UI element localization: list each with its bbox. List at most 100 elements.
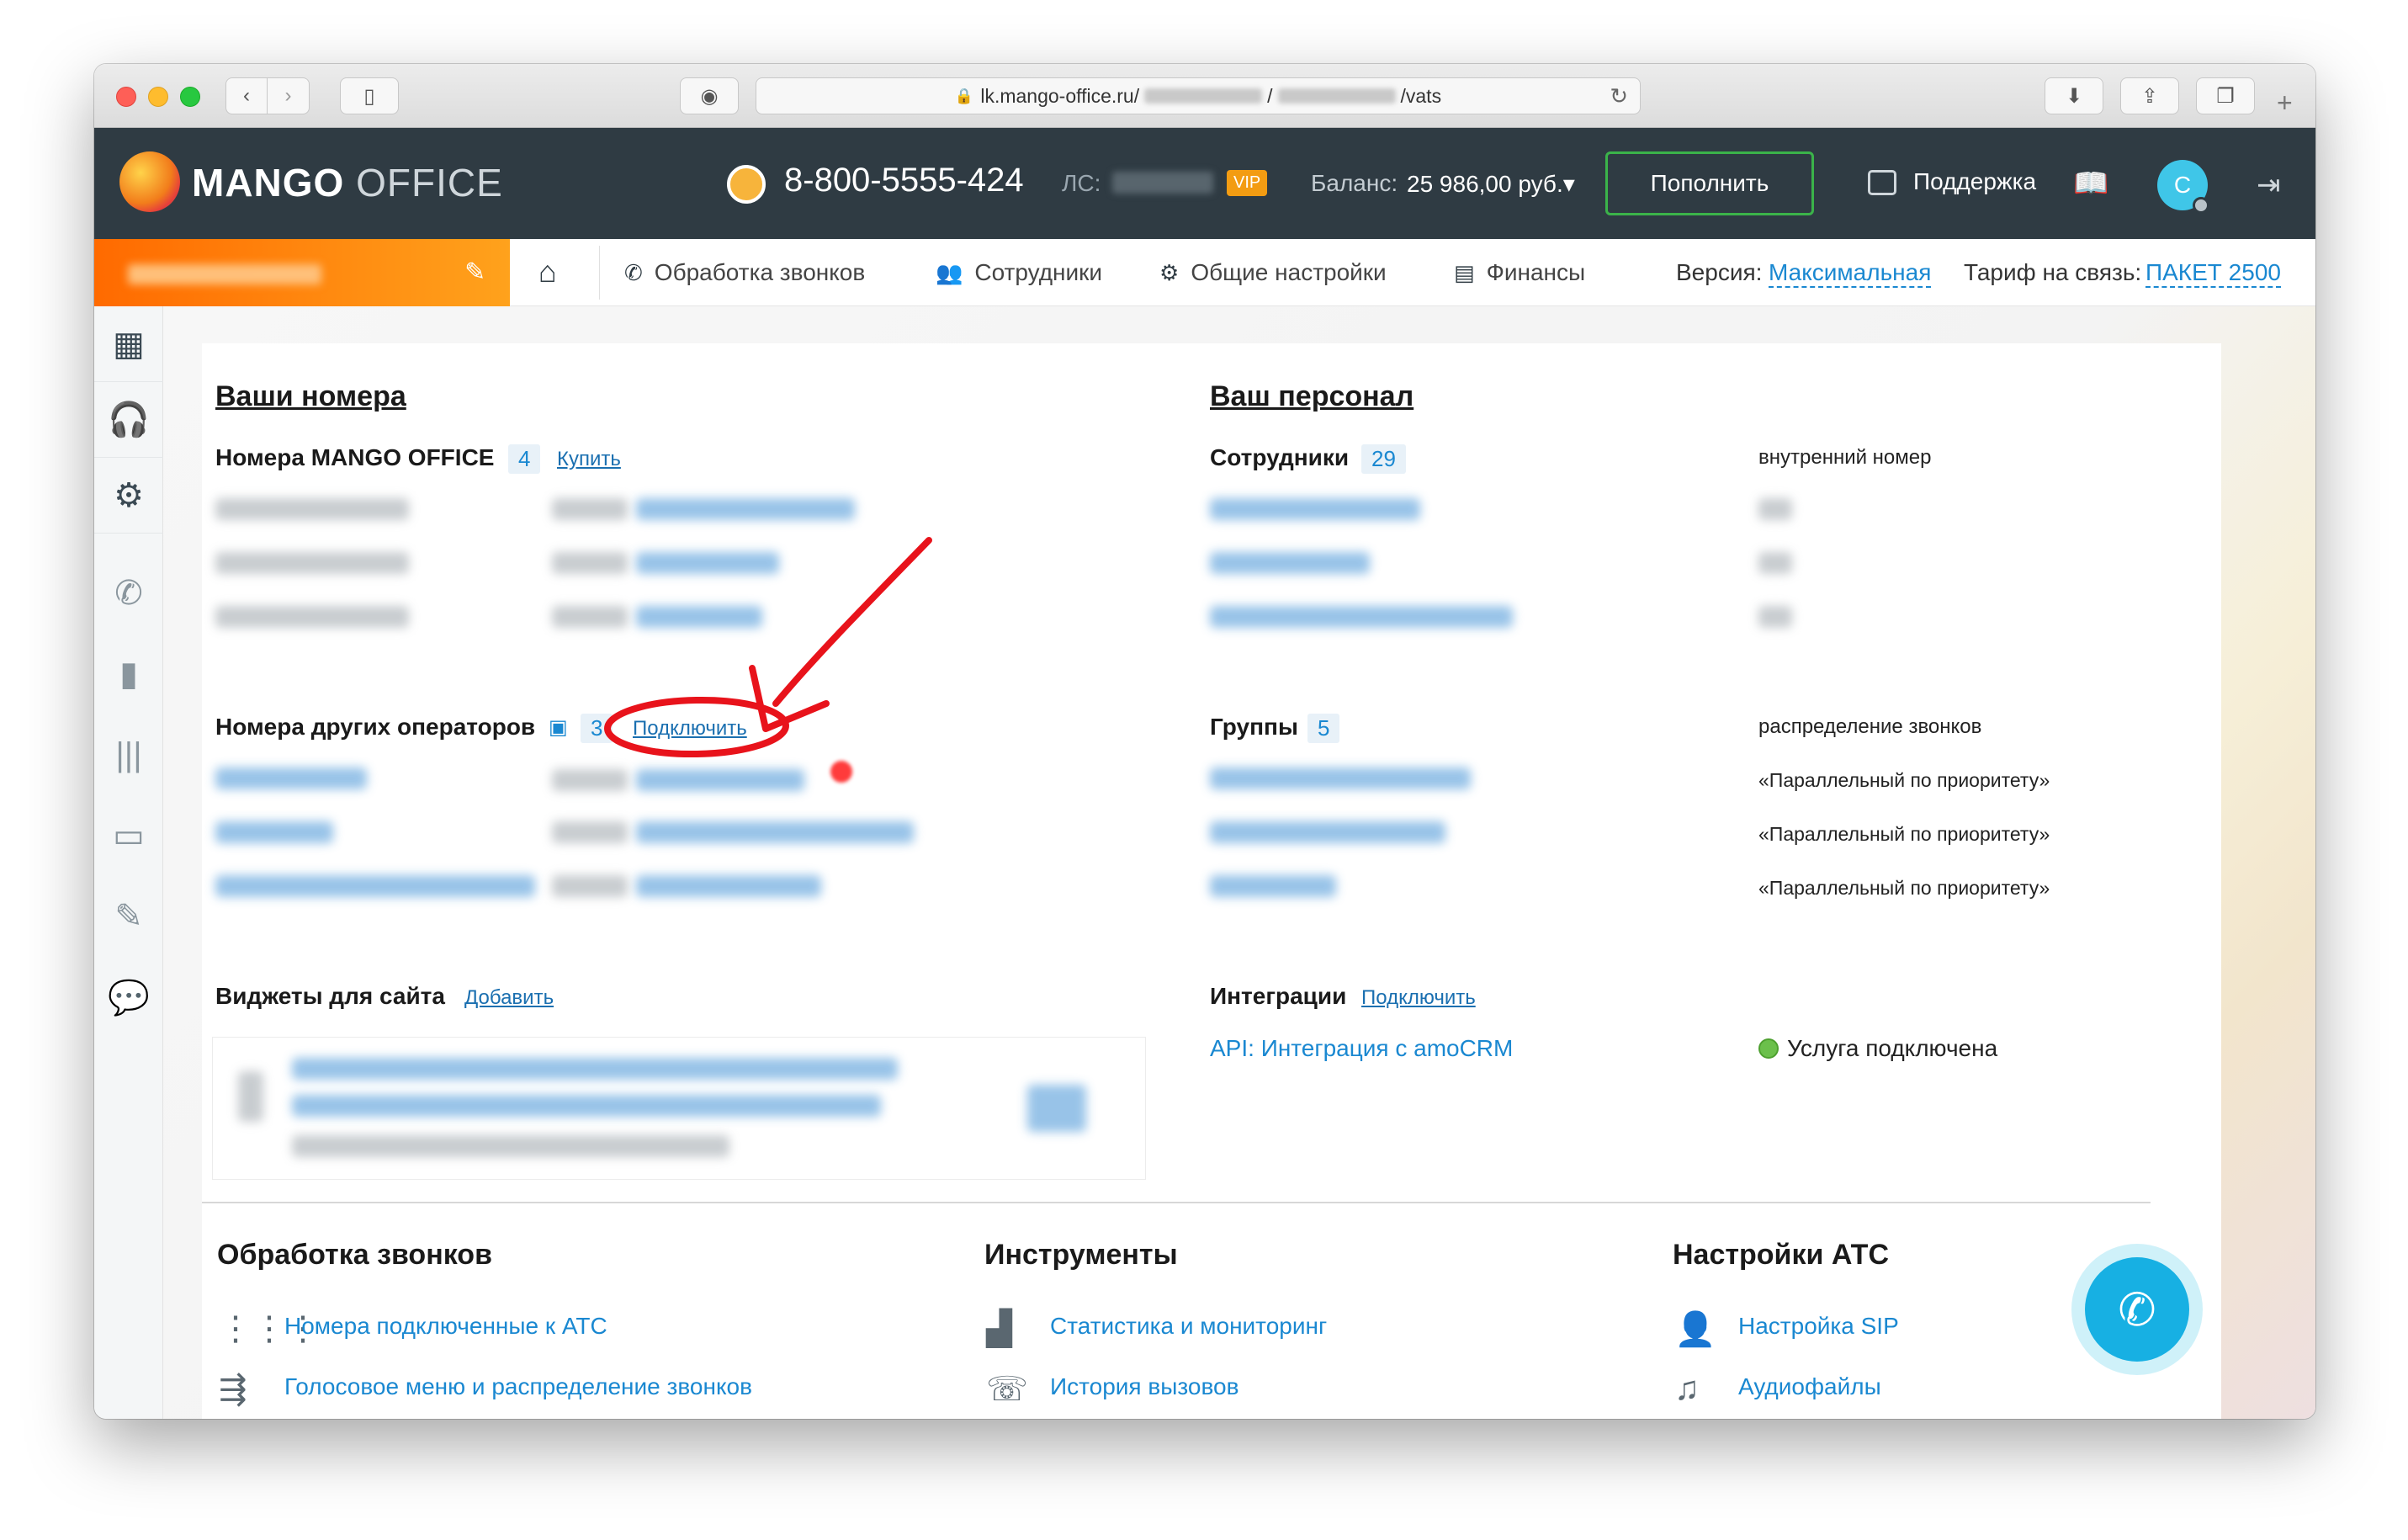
sidebar-item-analytics[interactable]: ▮ bbox=[94, 636, 163, 712]
redacted-scheme-label bbox=[552, 769, 628, 791]
groups-count: 5 bbox=[1307, 714, 1340, 743]
redacted-group-name[interactable] bbox=[1210, 875, 1336, 897]
home-icon[interactable]: ⌂ bbox=[538, 254, 557, 289]
tariff-link[interactable]: ПАКЕТ 2500 bbox=[2145, 259, 2281, 288]
redacted-scheme-link[interactable] bbox=[636, 498, 855, 520]
connect-operator-link[interactable]: Подключить bbox=[633, 717, 747, 741]
topup-button[interactable]: Пополнить bbox=[1605, 151, 1814, 215]
redacted-widget-title[interactable] bbox=[292, 1058, 898, 1080]
redacted-widget-desc bbox=[292, 1135, 729, 1157]
mango-logo-icon[interactable] bbox=[119, 151, 180, 212]
new-tab-button[interactable]: + bbox=[2277, 88, 2293, 119]
downloads-button[interactable]: ⬇ bbox=[2045, 77, 2103, 114]
back-button[interactable]: ‹ bbox=[225, 77, 268, 114]
voice-menu-link[interactable]: Голосовое меню и распределение звонков bbox=[284, 1373, 752, 1400]
user-name-box[interactable]: ✎ bbox=[94, 239, 510, 306]
your-staff-title[interactable]: Ваш персонал bbox=[1210, 380, 1414, 413]
version-label: Версия: bbox=[1676, 259, 1763, 285]
your-numbers-title[interactable]: Ваши номера bbox=[215, 380, 406, 413]
version-link[interactable]: Максимальная bbox=[1769, 259, 1932, 288]
section-divider bbox=[202, 1202, 2151, 1203]
user-name-redacted bbox=[128, 264, 321, 284]
forward-button[interactable]: › bbox=[268, 77, 310, 114]
stats-monitoring-link[interactable]: Статистика и мониторинг bbox=[1050, 1313, 1327, 1340]
redacted-employee-name[interactable] bbox=[1210, 552, 1370, 574]
music-note-icon: ♫ bbox=[1674, 1370, 1700, 1407]
privacy-button[interactable]: ◉ bbox=[680, 77, 739, 114]
minimize-window-button[interactable] bbox=[148, 87, 168, 107]
form-icon: ✎ bbox=[114, 898, 143, 935]
nav-item-employees[interactable]: 👥 Сотрудники bbox=[936, 259, 1102, 286]
redacted-employee-name[interactable] bbox=[1210, 606, 1513, 628]
calls-section-title: Обработка звонков bbox=[217, 1239, 492, 1271]
add-widget-link[interactable]: Добавить bbox=[464, 986, 554, 1010]
logout-icon[interactable]: ⇥ bbox=[2257, 168, 2281, 202]
phone-handset-icon: ✆ bbox=[2118, 1284, 2156, 1336]
sidebar-item-chat[interactable]: 💬 bbox=[94, 959, 163, 1035]
call-button[interactable]: ✆ bbox=[2085, 1257, 2189, 1362]
redacted-scheme-link[interactable] bbox=[636, 769, 804, 791]
redacted-operator-number[interactable] bbox=[215, 767, 367, 789]
sidebar-item-speech[interactable]: ||| bbox=[94, 717, 163, 793]
sidebar-item-call-tracking[interactable]: ✆ bbox=[94, 555, 163, 631]
redacted-scheme-link[interactable] bbox=[636, 606, 762, 628]
user-icon: 👤 bbox=[1674, 1311, 1716, 1348]
redacted-employee-name[interactable] bbox=[1210, 498, 1420, 520]
redacted-scheme-link[interactable] bbox=[636, 875, 821, 897]
sidebar-item-contacts[interactable]: ▦ bbox=[94, 306, 163, 382]
redacted-group-name[interactable] bbox=[1210, 821, 1445, 843]
close-window-button[interactable] bbox=[116, 87, 136, 107]
distribution-value: «Параллельный по приоритету» bbox=[1758, 823, 2050, 845]
call-stats-icon: ✆ bbox=[114, 575, 143, 612]
info-icon[interactable]: ▣ bbox=[549, 715, 568, 740]
buy-number-link[interactable]: Купить bbox=[557, 448, 621, 471]
branch-icon: ⇶ bbox=[219, 1371, 247, 1408]
redacted-number bbox=[215, 552, 409, 574]
groups-label: Группы bbox=[1210, 714, 1298, 740]
redacted-widget-title[interactable] bbox=[292, 1095, 881, 1117]
support-link[interactable]: Поддержка bbox=[1913, 168, 2036, 195]
nav-item-finance[interactable]: ▤ Финансы bbox=[1454, 259, 1585, 286]
address-bar[interactable]: 🔒 lk.mango-office.ru/ / /vats ↻ bbox=[756, 77, 1641, 114]
widget-icon bbox=[238, 1071, 263, 1122]
sidebar-toggle-button[interactable]: ▯ bbox=[340, 77, 399, 114]
employees-count: 29 bbox=[1361, 444, 1406, 474]
distribution-header: распределение звонков bbox=[1758, 715, 1982, 738]
mango-numbers-label: Номера MANGO OFFICE bbox=[215, 444, 495, 470]
book-icon[interactable]: 📖 bbox=[2073, 167, 2108, 200]
redacted-group-name[interactable] bbox=[1210, 767, 1471, 789]
amocrm-integration-link[interactable]: API: Интеграция с amoCRM bbox=[1210, 1035, 1513, 1062]
nav-item-call-processing[interactable]: ✆ Обработка звонков bbox=[624, 259, 865, 286]
widget-card[interactable] bbox=[212, 1037, 1146, 1180]
chat-icon[interactable] bbox=[1868, 170, 1896, 195]
tabs-overview-button[interactable]: ❐ bbox=[2196, 77, 2255, 114]
call-history-link[interactable]: История вызовов bbox=[1050, 1373, 1238, 1400]
balance-label: Баланс: bbox=[1311, 170, 1398, 196]
url-redacted-segment bbox=[1277, 88, 1396, 104]
browser-titlebar: ‹ › ▯ ◉ 🔒 lk.mango-office.ru/ / /vats ↻ … bbox=[94, 64, 2315, 128]
sip-settings-link[interactable]: Настройка SIP bbox=[1738, 1313, 1899, 1340]
call-history-icon: ☏ bbox=[986, 1371, 1029, 1408]
redacted-widget-button[interactable] bbox=[1027, 1085, 1086, 1132]
balance-value[interactable]: 25 986,00 руб.▾ bbox=[1407, 170, 1575, 198]
sidebar-item-operator[interactable]: 🎧 bbox=[94, 382, 163, 458]
share-button[interactable]: ⇪ bbox=[2120, 77, 2179, 114]
nav-item-general-settings[interactable]: ⚙ Общие настройки bbox=[1159, 259, 1387, 286]
tariff-label: Тариф на связь: bbox=[1964, 259, 2142, 285]
maximize-window-button[interactable] bbox=[180, 87, 200, 107]
redacted-operator-number[interactable] bbox=[215, 821, 333, 843]
audio-files-link[interactable]: Аудиофайлы bbox=[1738, 1373, 1881, 1400]
logo-text[interactable]: MANGO OFFICE bbox=[192, 160, 503, 205]
redacted-scheme-link[interactable] bbox=[636, 821, 914, 843]
redacted-scheme-link[interactable] bbox=[636, 552, 779, 574]
connected-numbers-link[interactable]: Номера подключенные к АТС bbox=[284, 1313, 607, 1340]
sidebar-item-forms[interactable]: ✎ bbox=[94, 879, 163, 954]
sidebar-item-integrations[interactable]: ⚙ bbox=[94, 458, 163, 534]
main-nav: ✎ ⌂ ✆ Обработка звонков 👥 Сотрудники ⚙ О… bbox=[94, 239, 2315, 306]
reload-icon[interactable]: ↻ bbox=[1610, 83, 1628, 109]
connect-integration-link[interactable]: Подключить bbox=[1361, 986, 1476, 1010]
sidebar-item-monitor[interactable]: ▭ bbox=[94, 798, 163, 874]
redacted-operator-number[interactable] bbox=[215, 875, 535, 897]
error-indicator-icon bbox=[830, 761, 852, 783]
pencil-icon[interactable]: ✎ bbox=[464, 258, 485, 287]
